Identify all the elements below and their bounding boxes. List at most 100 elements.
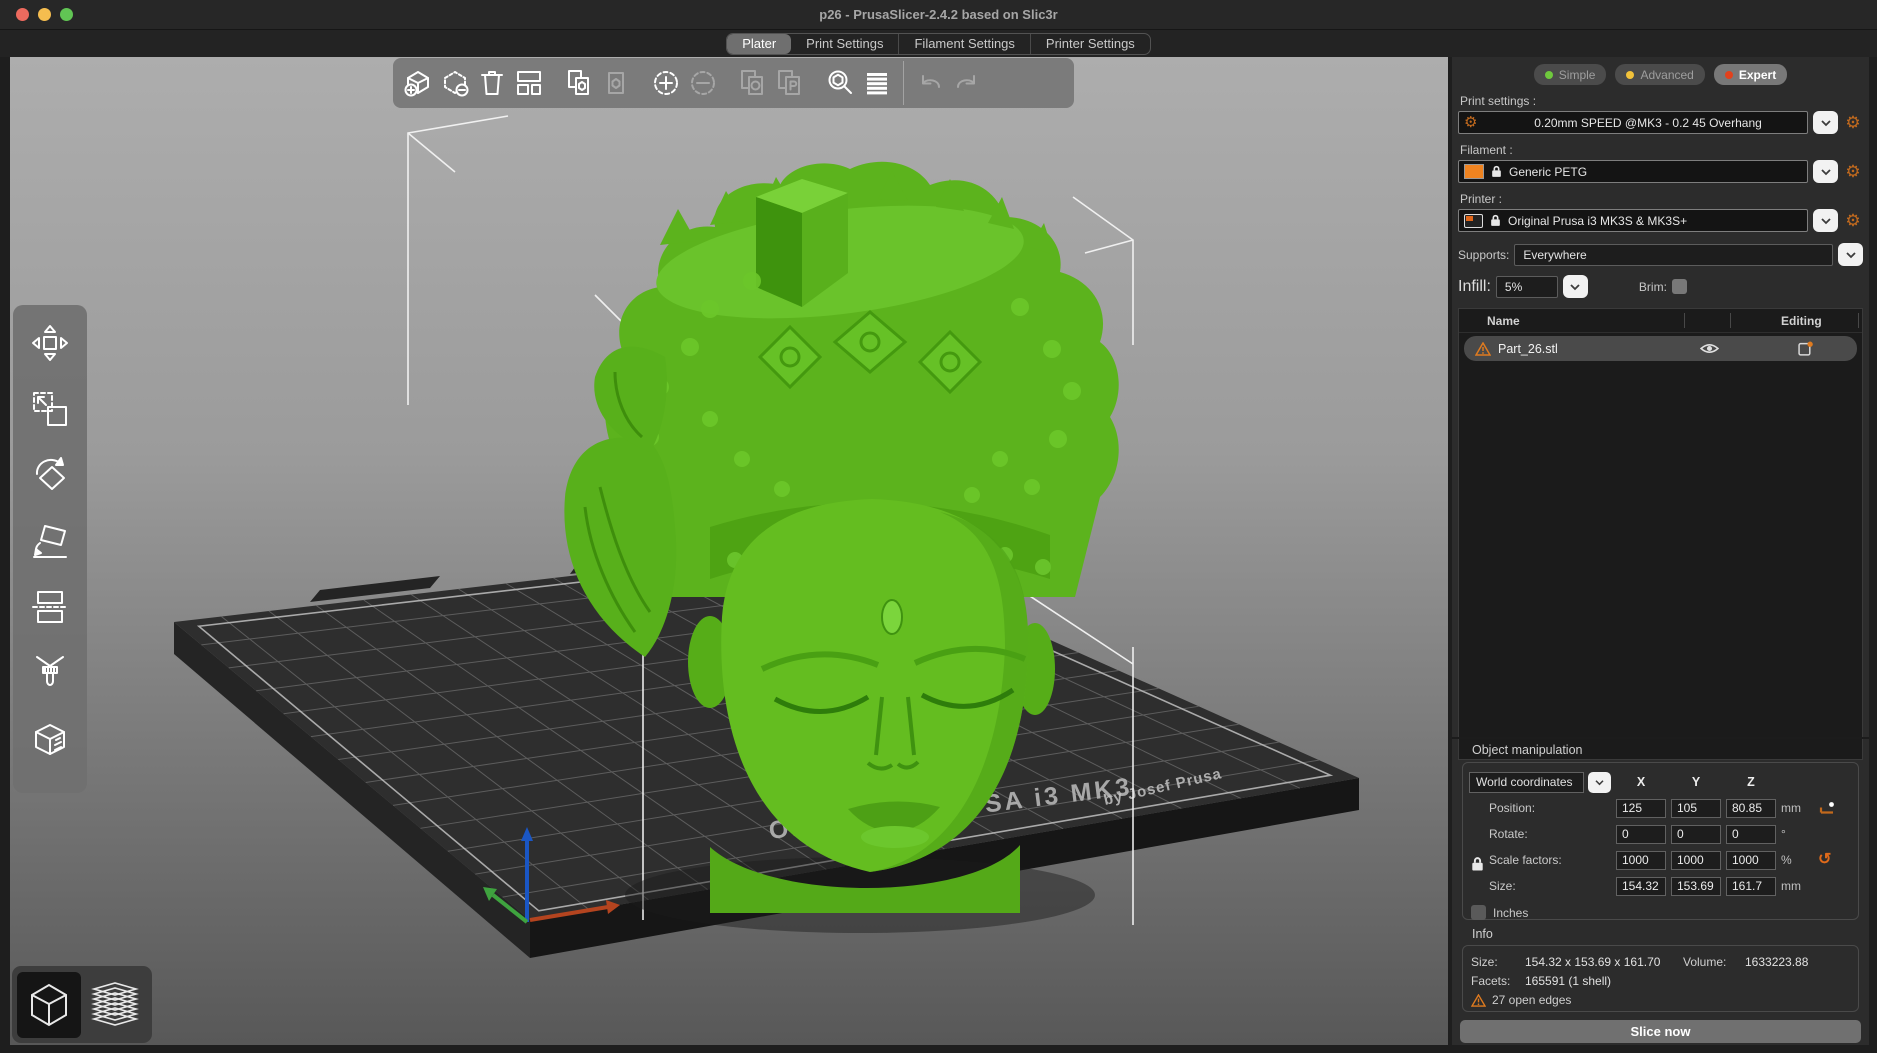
filament-edit-gear-icon[interactable]: ⚙ [1843,163,1863,180]
top-toolbar [393,58,1074,108]
lock-icon [1491,165,1502,178]
right-sidebar: Simple Advanced Expert Print settings : … [1452,57,1869,1045]
axis-z-header: Z [1726,775,1776,789]
remove-instance-icon[interactable] [686,58,720,108]
copy-icon[interactable] [562,58,596,108]
delete-all-icon[interactable] [475,58,509,108]
paint-on-supports-icon[interactable] [25,649,75,697]
size-x-input[interactable] [1616,877,1666,896]
scale-z-input[interactable] [1726,851,1776,870]
position-x-input[interactable] [1616,799,1666,818]
reset-scale-icon[interactable]: ↺ [1818,852,1840,868]
supports-label: Supports: [1458,248,1509,262]
rotate-y-input[interactable] [1671,825,1721,844]
printer-edit-gear-icon[interactable]: ⚙ [1843,212,1863,229]
scale-x-input[interactable] [1616,851,1666,870]
warning-icon [1475,342,1491,356]
mode-simple[interactable]: Simple [1534,64,1607,85]
split-to-objects-icon[interactable] [736,58,770,108]
position-z-input[interactable] [1726,799,1776,818]
window-title: p26 - PrusaSlicer-2.4.2 based on Slic3r [0,0,1877,30]
move-icon[interactable] [25,319,75,367]
add-object-icon[interactable] [401,58,435,108]
tab-printer-settings[interactable]: Printer Settings [1030,34,1150,54]
tab-print-settings[interactable]: Print Settings [791,34,898,54]
seam-painting-icon[interactable] [25,715,75,763]
column-name: Name [1487,314,1520,328]
expert-mode-dot [1725,71,1733,79]
position-y-input[interactable] [1671,799,1721,818]
editing-icon[interactable] [1798,341,1813,356]
add-instance-icon[interactable] [649,58,683,108]
position-label: Position: [1469,801,1611,815]
object-row[interactable]: Part_26.stl [1464,336,1857,361]
print-settings-combo[interactable]: ⚙ 0.20mm SPEED @MK3 - 0.2 45 Overhang [1458,111,1808,134]
tab-group: Plater Print Settings Filament Settings … [726,33,1151,55]
tab-filament-settings[interactable]: Filament Settings [898,34,1029,54]
drop-to-bed-icon[interactable] [1818,800,1836,816]
3d-editor-view-icon[interactable] [17,972,81,1038]
mode-advanced[interactable]: Advanced [1615,64,1704,85]
print-settings-edit-gear-icon[interactable]: ⚙ [1843,114,1863,131]
brim-label: Brim: [1639,280,1667,294]
redo-icon[interactable] [950,58,984,108]
cut-icon[interactable] [25,583,75,631]
scale-icon[interactable] [25,385,75,433]
printer-combo[interactable]: Original Prusa i3 MK3S & MK3S+ [1458,209,1808,232]
scale-factors-label: Scale factors: [1469,853,1611,867]
uniform-scale-lock-icon[interactable] [1471,856,1484,872]
variable-layer-height-icon[interactable] [860,58,894,108]
supports-dropdown-button[interactable] [1838,243,1863,266]
eye-icon[interactable] [1700,342,1719,355]
tab-plater[interactable]: Plater [727,34,791,54]
scene-canvas[interactable]: ORIGINAL PRUSA i3 MK3 by Josef Prusa [10,57,1448,1045]
gizmo-toolbar [13,305,87,793]
search-icon[interactable] [823,58,857,108]
simple-mode-dot [1545,71,1553,79]
coordinates-select[interactable]: World coordinates [1469,772,1584,793]
info-panel: Size: 154.32 x 153.69 x 161.70 Volume: 1… [1462,945,1859,1012]
split-to-parts-icon[interactable] [773,58,807,108]
rotate-label: Rotate: [1469,827,1611,841]
panel-divider [1452,737,1869,739]
toolbar-divider [903,61,904,105]
print-settings-label: Print settings : [1460,94,1863,108]
filament-combo[interactable]: Generic PETG [1458,160,1808,183]
preview-view-icon[interactable] [83,972,147,1038]
infill-dropdown-button[interactable] [1563,275,1588,298]
inches-checkbox[interactable] [1471,905,1486,920]
supports-select[interactable]: Everywhere [1514,244,1833,266]
rotate-z-input[interactable] [1726,825,1776,844]
prusaslicer-window: { "window": { "title": "p26 - PrusaSlice… [0,0,1877,1053]
place-on-face-icon[interactable] [25,517,75,565]
size-z-input[interactable] [1726,877,1776,896]
slice-now-button[interactable]: Slice now [1460,1020,1861,1043]
view-switcher [12,966,152,1043]
filament-color-swatch [1464,164,1484,179]
3d-viewport[interactable]: ORIGINAL PRUSA i3 MK3 by Josef Prusa [10,57,1448,1045]
paste-icon[interactable] [599,58,633,108]
warning-icon [1471,994,1486,1007]
info-volume-value: 1633223.88 [1745,955,1808,969]
printer-dropdown-button[interactable] [1813,209,1838,232]
undo-icon[interactable] [913,58,947,108]
brim-checkbox[interactable] [1672,279,1687,294]
filament-dropdown-button[interactable] [1813,160,1838,183]
lock-icon [1490,214,1501,227]
infill-select[interactable]: 5% [1496,276,1558,298]
object-name: Part_26.stl [1498,342,1558,356]
delete-object-icon[interactable] [438,58,472,108]
object-list: Name Editing Part_26.stl [1458,308,1863,760]
open-edges-warning: 27 open edges [1492,993,1571,1007]
mode-expert[interactable]: Expert [1714,64,1787,85]
rotate-icon[interactable] [25,451,75,499]
size-y-input[interactable] [1671,877,1721,896]
mode-selector: Simple Advanced Expert [1458,64,1863,85]
info-size-value: 154.32 x 153.69 x 161.70 [1525,955,1683,969]
arrange-icon[interactable] [512,58,546,108]
print-settings-dropdown-button[interactable] [1813,111,1838,134]
scale-y-input[interactable] [1671,851,1721,870]
object-manipulation-panel: World coordinates X Y Z Position: mm Rot… [1462,762,1859,920]
rotate-x-input[interactable] [1616,825,1666,844]
coordinates-dropdown-button[interactable] [1588,772,1611,793]
